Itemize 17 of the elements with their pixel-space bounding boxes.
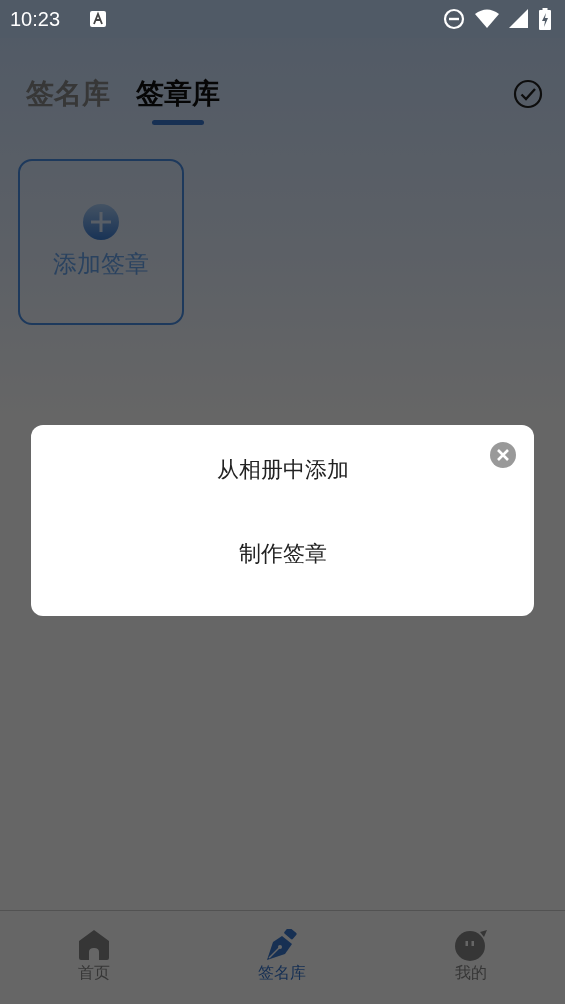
signal-icon	[509, 9, 529, 29]
close-icon[interactable]	[490, 442, 516, 468]
face-icon	[453, 929, 488, 961]
home-icon	[77, 929, 112, 961]
plus-icon	[83, 204, 119, 240]
battery-icon	[539, 8, 551, 30]
wifi-icon	[475, 9, 499, 29]
tab-indicator	[152, 120, 204, 125]
dialog-option[interactable]: 制作签章	[238, 539, 327, 569]
status-time: 10:23	[10, 7, 61, 31]
nav-item[interactable]: 签名库	[188, 911, 377, 1004]
do-not-disturb-icon	[443, 8, 465, 30]
tab[interactable]: 签章库	[136, 71, 220, 117]
dialog-option[interactable]: 从相册中添加	[216, 455, 349, 485]
pen-nib-icon	[265, 929, 300, 961]
keyboard-icon	[90, 11, 107, 27]
check-circle-icon[interactable]	[513, 79, 543, 109]
